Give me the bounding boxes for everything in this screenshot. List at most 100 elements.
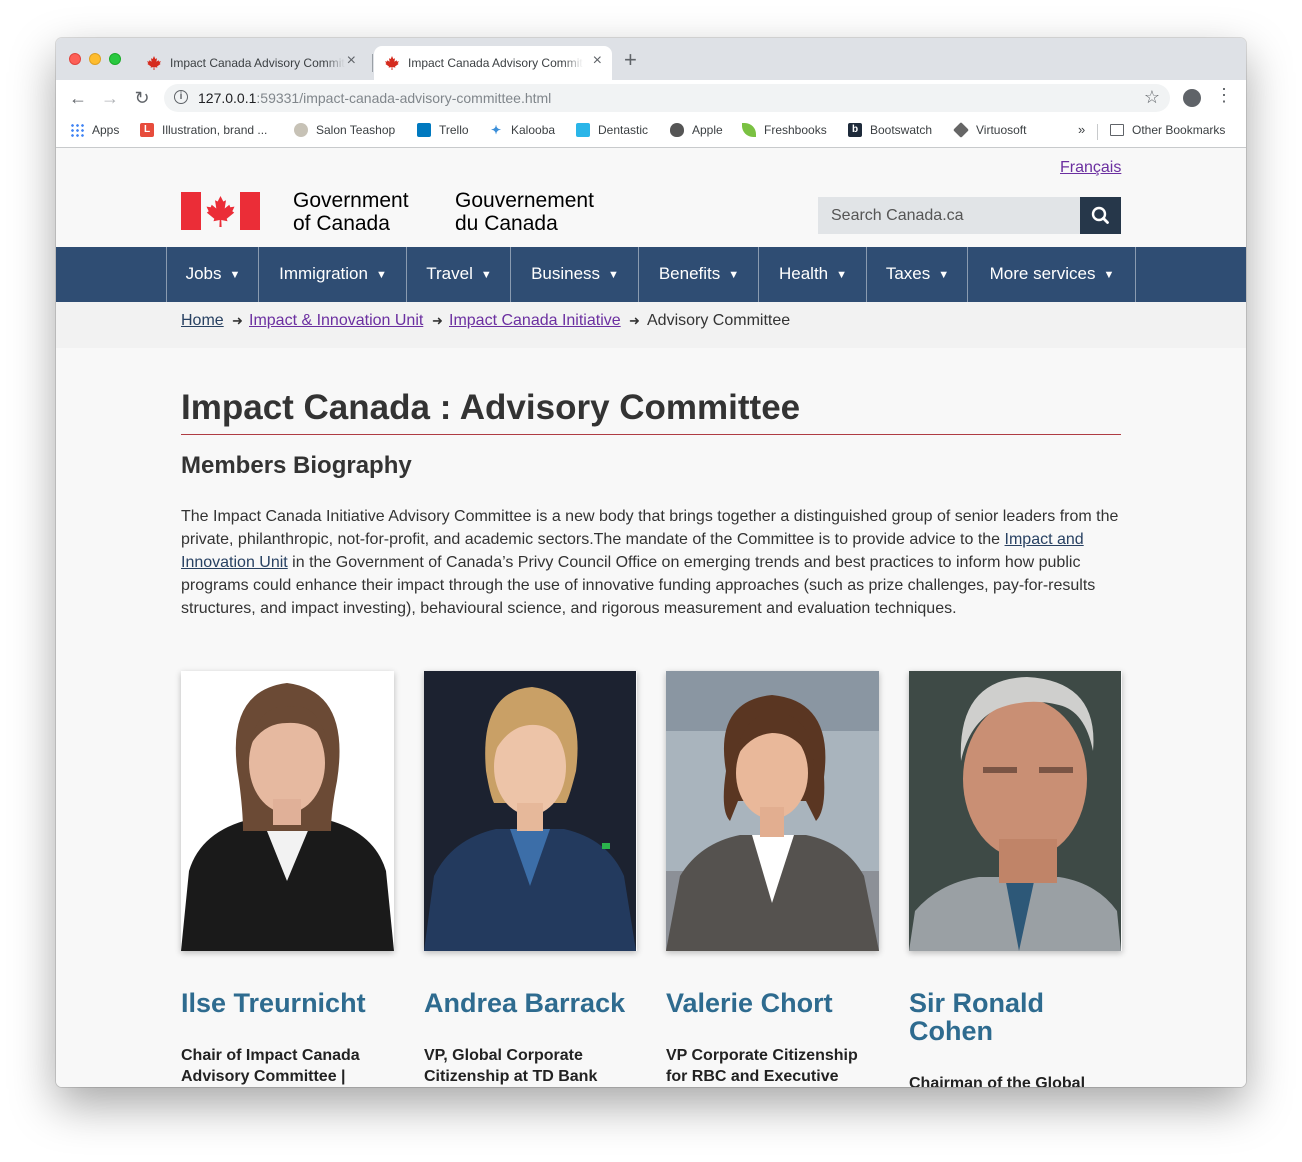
member-role: Chair of Impact Canada Advisory Committe… — [181, 1047, 360, 1085]
canada-flag-icon — [181, 192, 260, 230]
menu-more-services[interactable]: More services ▼ — [967, 247, 1136, 302]
folder-icon — [1110, 124, 1124, 136]
signature-french[interactable]: Gouvernement du Canada — [455, 189, 594, 235]
menu-travel[interactable]: Travel ▼ — [406, 247, 511, 302]
breadcrumb-current: Advisory Committee — [647, 312, 791, 329]
virtuosoft-icon — [953, 122, 969, 138]
member-name[interactable]: Valerie Chort — [666, 989, 879, 1017]
minimize-window-button[interactable] — [89, 53, 101, 65]
arrow-right-icon: ➜ — [629, 313, 640, 328]
chevron-down-icon: ▼ — [938, 269, 950, 281]
member-role: VP, Global Corporate Citizenship at TD B… — [424, 1047, 598, 1085]
main-menu: Jobs ▼ Immigration ▼ Travel ▼ Business ▼ Ben… — [56, 247, 1246, 302]
tab-divider — [372, 54, 373, 72]
member-name[interactable]: Andrea Barrack — [424, 989, 637, 1017]
chevron-down-icon: ▼ — [375, 269, 387, 281]
tooth-icon — [576, 123, 590, 137]
breadcrumb: Home ➜ Impact & Innovation Unit ➜ Impact… — [56, 302, 1246, 348]
arrow-right-icon: ➜ — [232, 313, 243, 328]
trello-icon — [417, 123, 431, 137]
bookmark-star-icon[interactable]: ☆ — [1144, 87, 1160, 108]
bookmark-bootswatch[interactable]: b Bootswatch — [848, 123, 932, 137]
member-name[interactable]: Sir Ronald Cohen — [909, 989, 1122, 1045]
tab-title: Impact Canada Advisory Committee — [170, 56, 345, 70]
forward-arrow-icon[interactable]: → — [98, 86, 122, 110]
language-toggle-link[interactable]: Français — [1060, 159, 1121, 177]
chevron-down-icon: ▼ — [229, 269, 241, 281]
apple-icon — [670, 123, 684, 137]
address-bar[interactable]: i 127.0.0.1:59331/impact-canada-advisory… — [164, 84, 1170, 112]
menu-business[interactable]: Business ▼ — [510, 247, 639, 302]
reload-icon[interactable]: ↻ — [130, 86, 154, 110]
new-tab-icon[interactable]: + — [624, 48, 637, 72]
maple-leaf-icon — [147, 56, 161, 70]
search-button[interactable] — [1080, 197, 1121, 234]
member-role: VP Corporate Citizenship for RBC and Exe… — [666, 1047, 858, 1085]
title-underline — [181, 434, 1121, 435]
back-arrow-icon[interactable]: ← — [66, 86, 90, 110]
bookmark-virtuosoft[interactable]: Virtuosoft — [953, 122, 1026, 138]
bookmark-apple[interactable]: Apple — [670, 123, 723, 137]
member-role: Chairman of the Global — [909, 1075, 1086, 1087]
bookmark-freshbooks[interactable]: Freshbooks — [742, 123, 827, 137]
bookmark-dentastic[interactable]: Dentastic — [576, 123, 648, 137]
l-logo-icon: L — [140, 123, 154, 137]
maple-leaf-icon — [385, 56, 399, 70]
menu-immigration[interactable]: Immigration ▼ — [258, 247, 407, 302]
menu-divider — [1135, 247, 1136, 302]
site-info-icon[interactable]: i — [174, 90, 188, 104]
leaf-icon — [742, 123, 756, 137]
bookmarks-bar: Apps L Illustration, brand ... Salon Tea… — [56, 116, 1246, 148]
browser-menu-icon[interactable]: ⋮ — [1214, 85, 1234, 106]
page-title: Impact Canada : Advisory Committee — [181, 388, 801, 427]
menu-jobs[interactable]: Jobs ▼ — [166, 247, 259, 302]
signature-english[interactable]: Government of Canada — [293, 189, 409, 235]
close-window-button[interactable] — [69, 53, 81, 65]
arrow-right-icon: ➜ — [432, 313, 443, 328]
browser-tab-1[interactable]: Impact Canada Advisory Committee × — [136, 46, 366, 80]
chevron-down-icon: ▼ — [836, 269, 848, 281]
chevron-down-icon: ▼ — [480, 269, 492, 281]
profile-avatar-icon[interactable] — [1183, 89, 1201, 107]
member-photo — [666, 671, 879, 951]
browser-toolbar: ← → ↻ i 127.0.0.1:59331/impact-canada-ad… — [56, 80, 1246, 116]
bookmark-apps[interactable]: Apps — [70, 123, 119, 137]
member-name[interactable]: Ilse Treurnicht — [181, 989, 394, 1017]
chevron-down-icon: ▼ — [728, 269, 740, 281]
section-heading: Members Biography — [181, 452, 412, 479]
menu-benefits[interactable]: Benefits ▼ — [638, 247, 759, 302]
tab-strip: Impact Canada Advisory Committee × Impac… — [56, 38, 1246, 80]
other-bookmarks-folder[interactable]: Other Bookmarks — [1110, 123, 1225, 137]
bookmark-salon-teashop[interactable]: Salon Teashop — [294, 123, 395, 137]
url-text: 127.0.0.1:59331/impact-canada-advisory-c… — [198, 90, 552, 106]
intro-paragraph: The Impact Canada Initiative Advisory Co… — [181, 508, 1119, 617]
browser-window: Impact Canada Advisory Committee × Impac… — [56, 38, 1246, 1087]
member-photo — [181, 671, 394, 951]
member-photo — [909, 671, 1122, 951]
menu-taxes[interactable]: Taxes ▼ — [866, 247, 968, 302]
member-photo — [424, 671, 637, 951]
chevron-down-icon: ▼ — [1103, 269, 1115, 281]
browser-tab-2[interactable]: Impact Canada Advisory Committee × — [374, 46, 612, 80]
bookmark-illustration[interactable]: L Illustration, brand ... — [140, 123, 267, 137]
breadcrumb-impact-canada-initiative[interactable]: Impact Canada Initiative — [449, 312, 621, 330]
breadcrumb-impact-innovation-unit[interactable]: Impact & Innovation Unit — [249, 312, 423, 330]
bookmarks-divider — [1097, 124, 1098, 140]
close-tab-icon[interactable]: × — [593, 52, 602, 70]
apps-grid-icon — [70, 123, 84, 137]
page-content: Français Government of Canada Gouverneme… — [56, 148, 1246, 1087]
menu-health[interactable]: Health ▼ — [758, 247, 867, 302]
search-input[interactable] — [818, 197, 1080, 234]
teashop-icon — [294, 123, 308, 137]
bookmarks-overflow-button[interactable]: » — [1078, 122, 1085, 137]
close-tab-icon[interactable]: × — [347, 52, 356, 70]
tab-title: Impact Canada Advisory Committee — [408, 56, 583, 70]
bootswatch-icon: b — [848, 123, 862, 137]
search-icon — [1091, 206, 1109, 224]
bookmark-trello[interactable]: Trello — [417, 123, 469, 137]
zoom-window-button[interactable] — [109, 53, 121, 65]
breadcrumb-home[interactable]: Home — [181, 312, 224, 330]
kalooba-icon: ✦ — [490, 123, 502, 137]
chevron-down-icon: ▼ — [608, 269, 619, 281]
bookmark-kalooba[interactable]: ✦ Kalooba — [489, 123, 555, 137]
